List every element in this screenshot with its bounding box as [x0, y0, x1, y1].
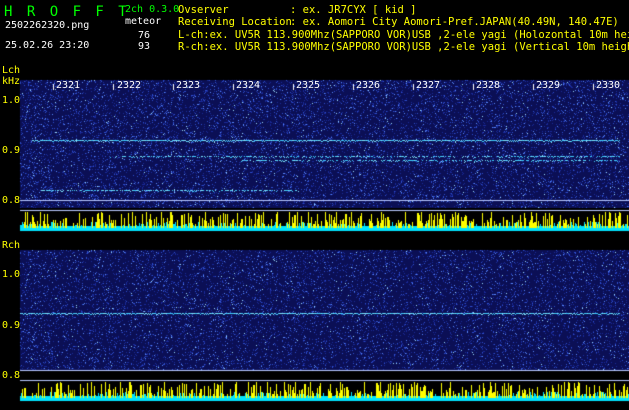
time-tick-2330: 2330 [596, 80, 621, 91]
rch-ytick-1-0: 1.0 [2, 269, 21, 280]
time-tick-2329: 2329 [536, 80, 561, 91]
app-title: H R O F F T [4, 4, 130, 20]
time-tick-2325: 2325 [296, 80, 321, 91]
time-tick-2322: 2322 [117, 80, 142, 91]
time-tick-2328: 2328 [476, 80, 501, 91]
count-lch: 76 [138, 30, 151, 41]
time-tick-2321: 2321 [56, 80, 81, 91]
rch-ytick-0-8: 0.8 [2, 370, 21, 381]
meteor-label: meteor [125, 16, 162, 27]
lch-ytick-0-8: 0.8 [2, 195, 21, 206]
lch-ytick-1-0: 1.0 [2, 95, 21, 106]
rch-ytick-0-9: 0.9 [2, 320, 21, 331]
location-value: : ex. Aomori City Aomori-Pref.JAPAN(40.4… [290, 16, 619, 28]
observer-label: Ovserver [178, 4, 229, 16]
count-rch: 93 [138, 41, 151, 52]
observer-value: : ex. JR7CYX [ kid ] [290, 4, 417, 16]
lch-unit-label: kHz [2, 76, 21, 87]
time-tick-2324: 2324 [236, 80, 261, 91]
location-label: Receiving Location [178, 16, 292, 28]
file-name: 2502262320.png [5, 20, 90, 31]
timestamp: 25.02.26 23:20 [5, 40, 90, 51]
lch-ytick-0-9: 0.9 [2, 145, 21, 156]
time-tick-2323: 2323 [176, 80, 201, 91]
time-tick-2326: 2326 [356, 80, 381, 91]
rch-label: Rch [2, 240, 21, 251]
rch-info: R-ch:ex. UV5R 113.900Mhz(SAPPORO VOR)USB… [178, 41, 629, 53]
mode-label: 2ch 0.3.0 [125, 4, 180, 15]
spectrogram-canvas [0, 0, 629, 410]
lch-info: L-ch:ex. UV5R 113.900Mhz(SAPPORO VOR)USB… [178, 29, 629, 41]
lch-label: Lch [2, 65, 21, 76]
time-tick-2327: 2327 [416, 80, 441, 91]
